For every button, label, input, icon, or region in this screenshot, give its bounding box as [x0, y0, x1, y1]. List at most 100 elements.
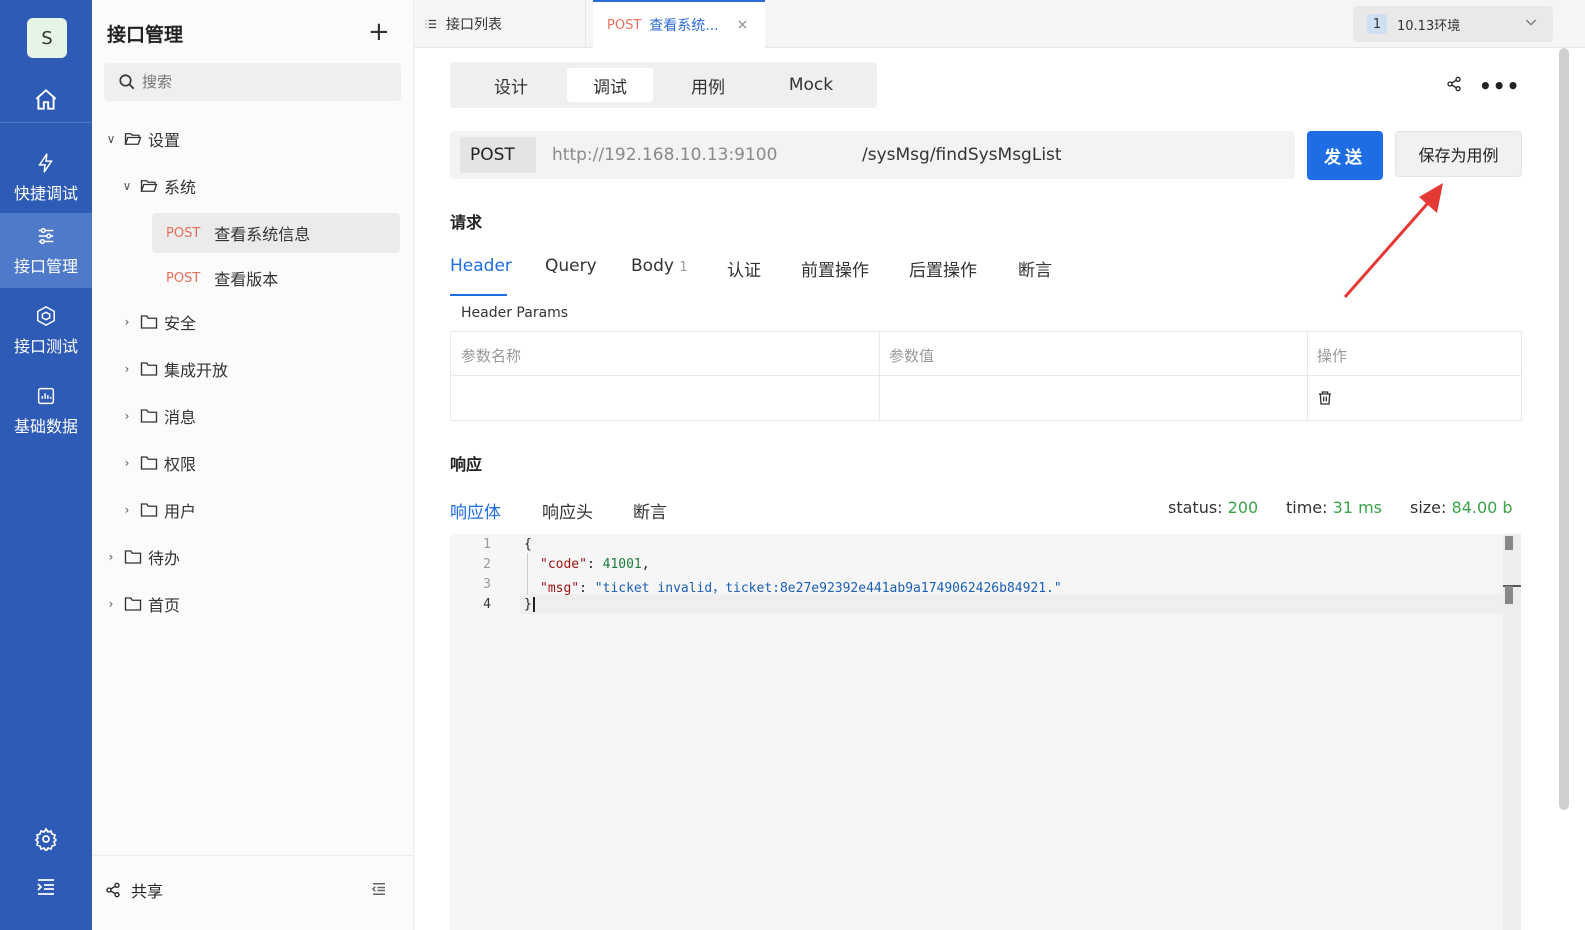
chevron-right-icon[interactable]: ›	[120, 456, 134, 470]
line-gutter: 1 2 3 4	[450, 534, 520, 930]
line-number: 2	[483, 557, 491, 572]
nav-rail: S 快捷调试 接口管理 接口测试 基础数据	[0, 0, 92, 930]
nav-label: 快捷调试	[13, 183, 78, 203]
tab-api-list[interactable]: 接口列表	[424, 0, 586, 48]
current-line-highlight	[520, 594, 1504, 614]
tree-folder-integration[interactable]: › 集成开放	[120, 349, 228, 389]
folder-icon	[140, 315, 158, 329]
tree-label: 系统	[164, 178, 197, 197]
tree-folder-settings[interactable]: ∨ 设置	[104, 119, 180, 159]
response-body-editor[interactable]: 1 2 3 4 { "code": 41001, "msg": "ticket …	[450, 534, 1521, 930]
path-field[interactable]: /sysMsg/findSysMsgList	[862, 145, 1062, 165]
cube-icon	[37, 305, 55, 326]
chevron-right-icon[interactable]: ›	[120, 315, 134, 329]
list-icon	[425, 19, 437, 29]
save-as-case-button[interactable]: 保存为用例	[1395, 131, 1522, 177]
tree-label: 首页	[148, 596, 181, 615]
code-line: "msg": "ticket invalid，ticket:8e27e92392…	[540, 581, 1062, 596]
home-icon[interactable]	[0, 78, 92, 122]
tree-folder-system[interactable]: ∨ 系统	[120, 166, 196, 206]
tab-cases[interactable]: 用例	[665, 68, 751, 102]
tab-pre-script[interactable]: 前置操作	[801, 256, 869, 296]
tab-method: POST	[607, 17, 642, 33]
chevron-right-icon[interactable]: ›	[120, 362, 134, 376]
avatar[interactable]: S	[27, 18, 67, 58]
tree-folder-todo[interactable]: › 待办	[104, 537, 180, 577]
tree-folder-permission[interactable]: › 权限	[120, 443, 196, 483]
editor-scrollbar[interactable]	[1503, 534, 1521, 930]
tree-label: 设置	[148, 131, 181, 150]
sliders-icon	[38, 227, 54, 244]
tab-response-assert[interactable]: 断言	[633, 498, 667, 538]
code-line: }	[524, 597, 535, 612]
chevron-right-icon[interactable]: ›	[104, 597, 118, 611]
body-count: 1	[679, 260, 688, 275]
tab-header[interactable]: Header	[450, 256, 512, 296]
tree-label: 权限	[164, 455, 197, 474]
tree-api-view-system-info[interactable]: POST 查看系统信息	[152, 213, 400, 253]
nav-quick-debug[interactable]: 快捷调试	[0, 140, 92, 215]
method-select[interactable]: POST	[460, 137, 536, 173]
line-number: 1	[483, 537, 491, 552]
folder-icon	[140, 456, 158, 470]
tab-assert[interactable]: 断言	[1018, 256, 1052, 296]
mode-tabs: 设计 调试 用例 Mock	[450, 62, 877, 108]
page-scrollbar[interactable]	[1559, 48, 1569, 810]
code-line: "code": 41001,	[540, 557, 650, 572]
chevron-right-icon[interactable]: ›	[104, 550, 118, 564]
search-box[interactable]	[104, 63, 401, 101]
share-button[interactable]: 共享	[105, 878, 163, 902]
send-button[interactable]: 发送	[1307, 131, 1383, 180]
header-params-table: 参数名称 参数值 操作	[450, 331, 1522, 421]
nav-api-test[interactable]: 接口测试	[0, 293, 92, 368]
tab-response-headers[interactable]: 响应头	[542, 498, 593, 538]
tree-label: 消息	[164, 408, 197, 427]
nav-api-management[interactable]: 接口管理	[0, 213, 92, 288]
time-readout: time: 31 ms	[1286, 498, 1383, 517]
close-icon[interactable]: ×	[737, 17, 749, 33]
add-icon[interactable]: +	[368, 19, 390, 45]
chevron-right-icon[interactable]: ›	[120, 409, 134, 423]
tab-response-body[interactable]: 响应体	[450, 498, 503, 538]
tab-label: 查看系统...	[649, 18, 719, 34]
tree-label: 查看版本	[214, 270, 279, 289]
folder-open-icon	[140, 180, 158, 192]
settings-icon[interactable]	[0, 821, 92, 857]
share-icon[interactable]	[1446, 76, 1462, 96]
tab-auth[interactable]: 认证	[727, 256, 761, 296]
delete-icon[interactable]	[1317, 389, 1333, 411]
response-section-title: 响应	[450, 455, 483, 474]
chevron-down-icon[interactable]: ∨	[120, 179, 134, 193]
env-name: 10.13环境	[1397, 18, 1461, 34]
search-icon	[119, 74, 135, 90]
tree-label: 用户	[164, 502, 197, 521]
collapse-sidebar-icon[interactable]	[370, 880, 388, 902]
tree-label: 集成开放	[164, 361, 229, 380]
tree-folder-user[interactable]: › 用户	[120, 490, 196, 530]
tree-folder-security[interactable]: › 安全	[120, 302, 196, 342]
host-field[interactable]: http://192.168.10.13:9100	[552, 145, 777, 165]
tree-folder-home[interactable]: › 首页	[104, 584, 180, 624]
tab-post-script[interactable]: 后置操作	[909, 256, 977, 296]
tree-api-view-version[interactable]: POST 查看版本	[166, 258, 278, 298]
tab-body[interactable]: Body 1	[631, 256, 688, 296]
search-input[interactable]	[142, 73, 382, 91]
share-label: 共享	[131, 882, 164, 901]
sidebar-footer: 共享	[92, 855, 414, 930]
folder-open-icon	[124, 133, 142, 145]
tab-mock[interactable]: Mock	[768, 68, 854, 102]
tree-folder-message[interactable]: › 消息	[120, 396, 196, 436]
folder-icon	[140, 362, 158, 376]
tab-query[interactable]: Query	[545, 256, 597, 296]
folder-icon	[124, 597, 142, 611]
tab-active-api[interactable]: POST 查看系统... ×	[593, 0, 765, 48]
chevron-down-icon[interactable]: ∨	[104, 132, 118, 146]
tab-debug[interactable]: 调试	[567, 68, 653, 102]
chevron-right-icon[interactable]: ›	[120, 503, 134, 517]
nav-base-data[interactable]: 基础数据	[0, 373, 92, 448]
tab-design[interactable]: 设计	[468, 68, 554, 102]
tree-label: 查看系统信息	[214, 225, 311, 244]
expand-menu-icon[interactable]	[0, 869, 92, 905]
environment-select[interactable]: 1 10.13环境	[1353, 6, 1553, 42]
more-icon[interactable]: •••	[1479, 74, 1520, 98]
